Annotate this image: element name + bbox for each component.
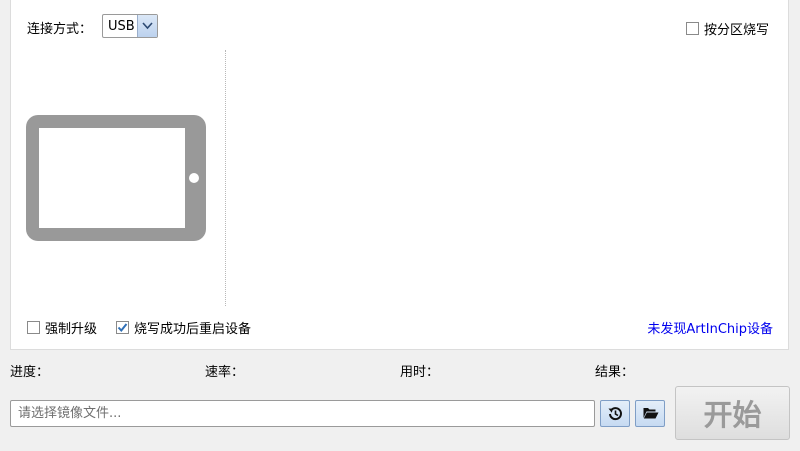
progress-label: 进度： <box>10 365 50 380</box>
partition-burn-checkbox[interactable]: 按分区烧写 <box>686 19 769 38</box>
tablet-icon <box>26 115 206 241</box>
chevron-down-icon <box>142 22 153 30</box>
force-upgrade-box[interactable] <box>27 321 40 334</box>
device-panel: 连接方式： USB 按分区烧写 强制升级 烧写成功后重启设备 未发现ArtInC… <box>10 0 789 350</box>
device-status: 未发现ArtInChip设备 <box>647 322 773 337</box>
history-button[interactable] <box>600 400 630 427</box>
connection-select[interactable]: USB <box>102 14 158 38</box>
partition-burn-label: 按分区烧写 <box>704 23 770 38</box>
connection-label: 连接方式： <box>27 22 93 37</box>
connection-select-value: USB <box>108 19 135 34</box>
result-label: 结果： <box>595 365 635 380</box>
history-icon <box>608 407 622 421</box>
folder-open-icon <box>643 408 659 419</box>
force-upgrade-label: 强制升级 <box>45 322 98 337</box>
speed-label: 速率： <box>205 365 245 380</box>
checkmark-icon <box>117 323 128 333</box>
reboot-after-box[interactable] <box>116 321 129 334</box>
select-arrow[interactable] <box>137 15 157 37</box>
image-file-input[interactable] <box>10 400 595 427</box>
panel-divider <box>225 50 226 306</box>
time-label: 用时： <box>400 365 440 380</box>
partition-burn-box[interactable] <box>686 22 699 35</box>
reboot-after-label: 烧写成功后重启设备 <box>134 322 252 337</box>
reboot-after-checkbox[interactable]: 烧写成功后重启设备 <box>116 318 251 337</box>
open-file-button[interactable] <box>635 400 665 427</box>
force-upgrade-checkbox[interactable]: 强制升级 <box>27 318 97 337</box>
start-button[interactable]: 开始 <box>675 386 790 440</box>
